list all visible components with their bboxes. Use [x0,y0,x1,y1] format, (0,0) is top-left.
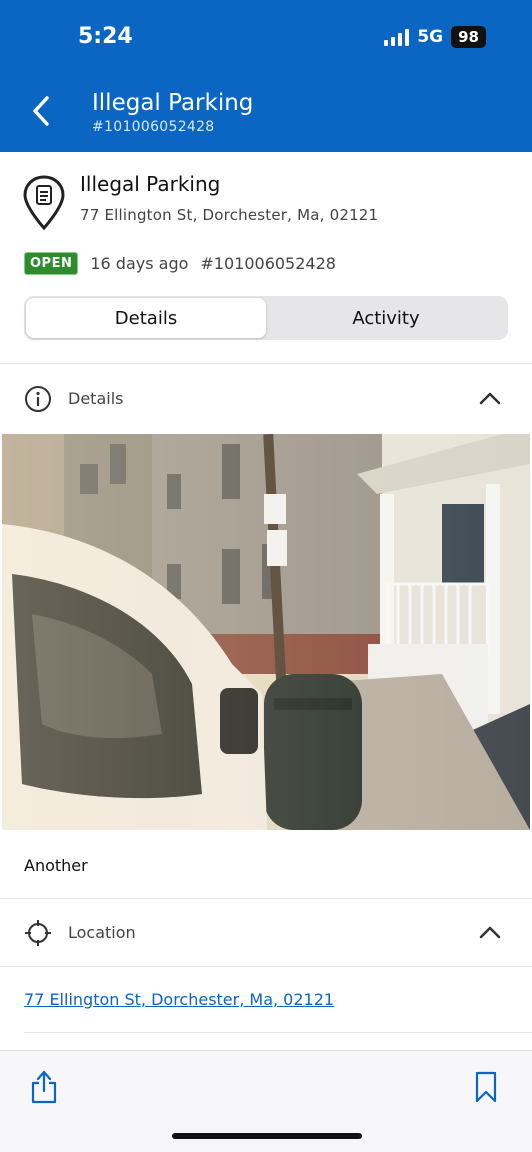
tab-details[interactable]: Details [26,298,266,338]
location-section-header[interactable]: Location [0,899,532,965]
street-photo-illustration [2,434,530,830]
signal-icon [384,28,410,46]
divider [0,966,532,967]
app-header: 5:24 5G 98 Illegal Parking #101006052428 [0,0,532,152]
home-indicator[interactable] [172,1133,362,1139]
status-indicators: 5G 98 [384,26,486,48]
info-icon [25,386,51,412]
request-summary: Illegal Parking 77 Ellington St, Dorches… [0,152,532,364]
status-time: 5:24 [78,24,133,49]
location-section-label: Location [68,922,136,942]
request-age: 16 days ago [90,254,189,273]
details-section-header[interactable]: Details [0,365,532,431]
bottom-toolbar [0,1050,532,1152]
page-subtitle: #101006052428 [92,119,215,135]
share-icon[interactable] [30,1069,58,1105]
request-address: 77 Ellington St, Dorchester, Ma, 02121 [80,206,379,224]
bookmark-icon[interactable] [474,1071,498,1103]
request-meta: OPEN 16 days ago #101006052428 [24,252,336,275]
request-title: Illegal Parking [80,172,221,196]
battery-indicator: 98 [451,26,486,48]
network-label: 5G [417,27,444,47]
location-pin-icon [23,175,65,231]
tab-activity[interactable]: Activity [266,298,506,338]
status-badge: OPEN [24,252,79,275]
request-id: #101006052428 [200,254,336,273]
chevron-up-icon[interactable] [478,390,502,406]
details-section-label: Details [68,388,124,408]
chevron-up-icon[interactable] [478,924,502,940]
location-address-link[interactable]: 77 Ellington St, Dorchester, Ma, 02121 [24,990,334,1009]
chevron-left-icon [33,96,49,126]
photo-caption: Another [24,856,88,875]
page-title: Illegal Parking [92,90,254,116]
tab-switcher: Details Activity [24,296,508,340]
back-button[interactable] [26,94,56,128]
crosshair-icon [25,920,51,946]
request-photo[interactable] [2,434,530,830]
divider [24,1032,532,1033]
